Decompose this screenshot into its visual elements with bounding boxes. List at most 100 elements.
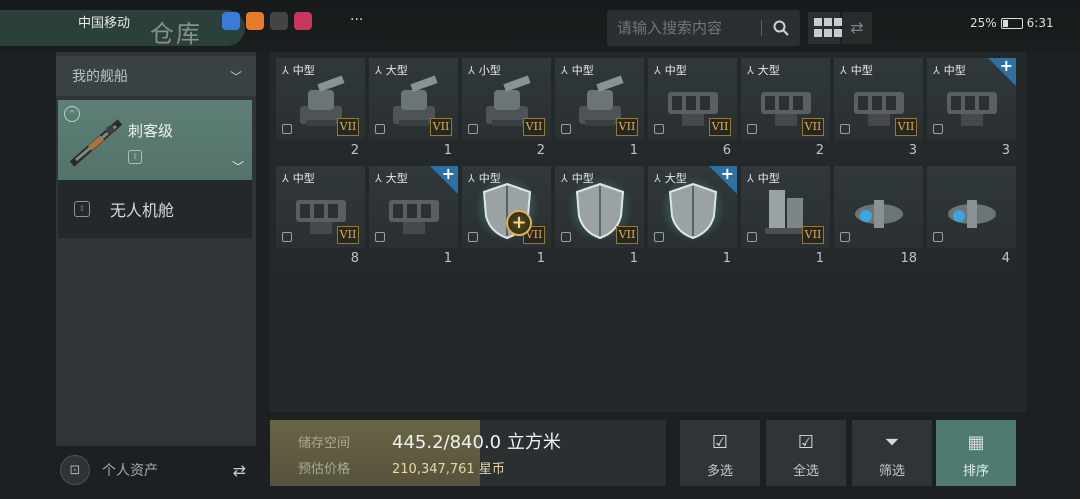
size-symbol-icon: ⅄ [561, 63, 568, 77]
item-count: 2 [741, 140, 830, 162]
filter-icon: ⏷ [884, 432, 900, 453]
inventory-item[interactable]: 4 [927, 166, 1016, 270]
status-more: ··· [350, 12, 364, 28]
item-lock-icon [282, 124, 292, 134]
item-count: 8 [276, 248, 365, 270]
tier-badge: VII [802, 226, 824, 244]
size-symbol-icon: ⅄ [747, 63, 754, 77]
drone-icon [855, 200, 903, 228]
inventory-item[interactable]: ⅄ 中型 VII 8 [276, 166, 365, 270]
plus-icon: + [999, 56, 1013, 75]
grid-view-toggle[interactable] [808, 12, 842, 44]
inventory-item[interactable]: ⅄ 中型 VII 1 [741, 166, 830, 270]
inventory-item[interactable]: ⅄ 中型 VII 1 [555, 166, 644, 270]
app-icon [294, 12, 312, 30]
item-size: ⅄ 中型 [561, 62, 594, 78]
inventory-item[interactable]: ⅄ 小型 VII 2 [462, 58, 551, 162]
inventory-item[interactable]: ⅄ 大型 +1 [369, 164, 458, 270]
item-count: 3 [834, 140, 923, 162]
item-lock-icon [933, 124, 943, 134]
item-size-label: 大型 [757, 64, 780, 77]
search-input[interactable] [607, 19, 757, 37]
size-symbol-icon: ⅄ [468, 171, 475, 185]
inventory-item[interactable]: ⅄ 大型 VII 1 [369, 58, 458, 162]
tier-badge: VII [895, 118, 917, 136]
checkbox-icon: ☑ [711, 432, 729, 453]
drone-bay-icon: ⇧ [74, 201, 90, 217]
item-size-label: 中型 [292, 64, 315, 77]
select-all-label: 全选 [792, 464, 819, 479]
item-count: 1 [555, 248, 644, 270]
item-size: ⅄ 中型 [747, 170, 780, 186]
item-count: 1 [369, 140, 458, 162]
list-view-toggle[interactable]: ⇄ [842, 12, 872, 44]
inventory-item[interactable]: ⅄ 中型 VII +1 [462, 166, 551, 270]
size-symbol-icon: ⅄ [375, 63, 382, 77]
item-size: ⅄ 大型 [654, 170, 687, 186]
inventory-item[interactable]: ⅄ 中型 +3 [927, 56, 1016, 162]
item-count: 1 [462, 248, 551, 270]
swap-icon[interactable]: ⇄ [233, 461, 246, 480]
item-count: 18 [834, 248, 923, 270]
item-size: ⅄ 中型 [933, 62, 966, 78]
size-symbol-icon: ⅄ [282, 171, 289, 185]
ship-sidebar: 我的舰船 ﹀ ^ 刺客级 ⇧ ﹀ [56, 52, 256, 446]
inventory-item[interactable]: ⅄ 中型 VII 2 [276, 58, 365, 162]
item-lock-icon [654, 232, 664, 242]
item-size-label: 中型 [571, 172, 594, 185]
storage-space-value: 445.2/840.0 立方米 [392, 432, 561, 453]
search-button[interactable] [762, 10, 800, 46]
inventory-item[interactable]: ⅄ 大型 VII 2 [741, 58, 830, 162]
filter-button[interactable]: ⏷ 筛选 [852, 420, 932, 486]
size-symbol-icon: ⅄ [933, 63, 940, 77]
inventory-item[interactable]: 18 [834, 166, 923, 270]
item-lock-icon [468, 124, 478, 134]
inventory-item[interactable]: ⅄ 大型 +1 [648, 164, 737, 270]
inventory-item[interactable]: ⅄ 中型 VII 3 [834, 58, 923, 162]
search-bar[interactable] [607, 10, 800, 46]
status-right: 25% 6:31 [970, 16, 1054, 30]
my-ships-dropdown[interactable]: 我的舰船 ﹀ [56, 56, 256, 96]
item-lock-icon [375, 232, 385, 242]
item-size-label: 中型 [757, 172, 780, 185]
item-size-label: 中型 [292, 172, 315, 185]
app-icon [270, 12, 288, 30]
item-size: ⅄ 中型 [282, 62, 315, 78]
item-lock-icon [840, 232, 850, 242]
battery-icon [1000, 17, 1023, 29]
item-size-label: 中型 [850, 64, 873, 77]
page-title: 仓库 [150, 20, 202, 48]
size-symbol-icon: ⅄ [840, 63, 847, 77]
sort-label: 排序 [962, 464, 989, 479]
item-count: 3 [927, 140, 1016, 162]
item-lock-icon [561, 124, 571, 134]
item-lock-icon [468, 232, 478, 242]
inventory-item[interactable]: ⅄ 中型 VII 1 [555, 58, 644, 162]
item-size: ⅄ 大型 [747, 62, 780, 78]
multi-select-button[interactable]: ☑ 多选 [680, 420, 760, 486]
personal-assets-bar[interactable]: ⊡ 个人资产 ⇄ [56, 450, 256, 490]
status-app-icons [222, 12, 312, 30]
search-icon [773, 20, 789, 36]
inventory-item[interactable]: ⅄ 中型 VII 6 [648, 58, 737, 162]
size-symbol-icon: ⅄ [654, 171, 661, 185]
inventory-grid: ⅄ 中型 VII 2 ⅄ 大型 VII 1 ⅄ 小型 VII 2 ⅄ 中型 VII 1 ⅄ 中型 VII 6 ⅄ 大型 VI… [276, 56, 1016, 270]
item-lock-icon [747, 232, 757, 242]
item-size: ⅄ 中型 [282, 170, 315, 186]
item-size-label: 中型 [664, 64, 687, 77]
item-count: 1 [648, 248, 737, 270]
drone-bay-item[interactable]: ⇧ 无人机舱 [58, 180, 252, 238]
multi-select-label: 多选 [706, 464, 733, 479]
item-size: ⅄ 中型 [654, 62, 687, 78]
drone-icon [948, 200, 996, 228]
sort-button[interactable]: ▦ 排序 [936, 420, 1016, 486]
item-count: 2 [462, 140, 551, 162]
item-size-label: 小型 [478, 64, 501, 77]
chevron-down-icon: ﹀ [231, 160, 244, 174]
select-all-button[interactable]: ☑ 全选 [766, 420, 846, 486]
tier-badge: VII [337, 118, 359, 136]
item-size: ⅄ 大型 [375, 170, 408, 186]
item-lock-icon [747, 124, 757, 134]
size-symbol-icon: ⅄ [561, 171, 568, 185]
item-count: 4 [927, 248, 1016, 270]
